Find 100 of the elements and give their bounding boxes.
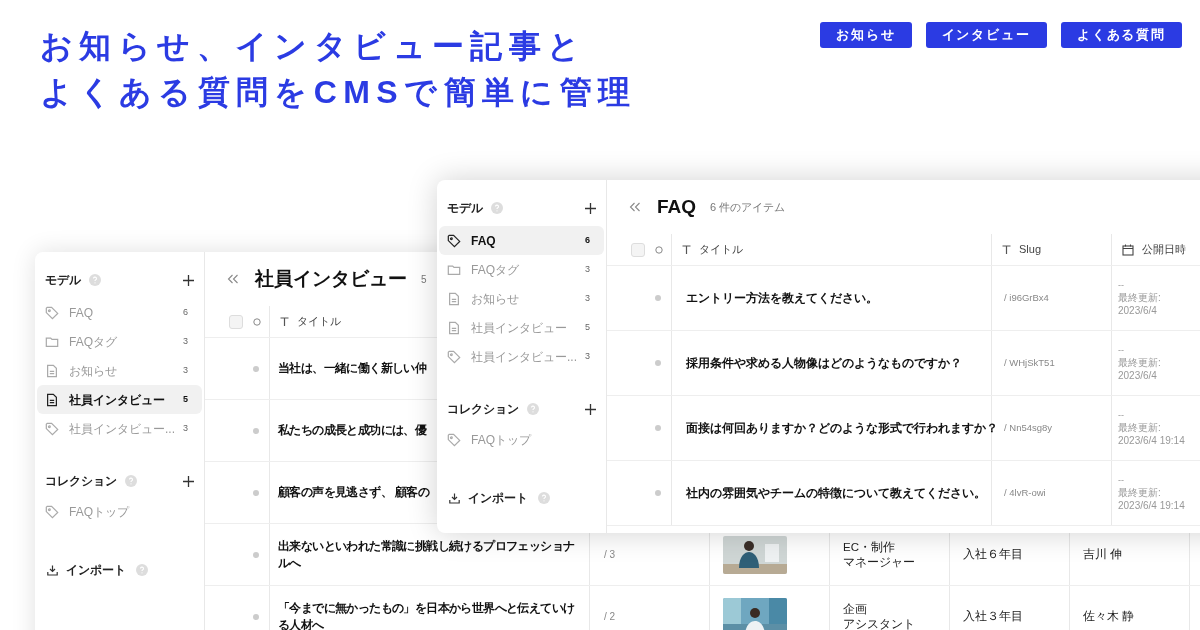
tag-icon <box>45 421 59 436</box>
add-icon[interactable] <box>183 475 194 487</box>
download-icon[interactable] <box>47 564 58 576</box>
table-cell-text: / i96GrBx4 <box>1004 290 1049 305</box>
download-icon[interactable] <box>449 492 460 504</box>
section-label: コレクション <box>447 401 519 418</box>
item-count: 5 <box>421 272 427 287</box>
headline: よくある質問をCMSで簡単に管理 <box>40 73 637 112</box>
table-cell-text: 「今までに無かったもの」を日本から世界へと伝えていける人材へ <box>278 599 576 630</box>
folder-icon <box>45 334 59 349</box>
sidebar-item[interactable]: 社員インタビュー 5 <box>37 385 202 414</box>
table-cell-text: 吉川 伸 <box>1083 546 1123 562</box>
status-dot-icon <box>253 365 259 372</box>
import-link[interactable]: インポート <box>468 489 528 507</box>
table-cell-text: -- <box>1118 279 1125 291</box>
tag-icon <box>447 233 461 248</box>
table-cell: 顧客の声を見逃さず、 顧客の <box>278 484 429 501</box>
table-cell-text: 最終更新: 2023/6/4 <box>1118 356 1162 382</box>
table-cell-text: 最終更新: 2023/6/4 <box>1118 291 1162 317</box>
sidebar-item[interactable]: FAQ 6 <box>439 226 604 255</box>
table-cell-text: -- <box>1118 409 1125 421</box>
status-dot-icon <box>655 360 661 366</box>
document-icon <box>447 320 461 335</box>
table-cell: 私たちの成長と成功には、優 <box>278 422 427 439</box>
document-icon <box>45 363 59 378</box>
table-cell-text: 最終更新: 2023/6/4 19:14 <box>1118 486 1186 512</box>
import-link[interactable]: インポート <box>66 561 126 579</box>
column-header[interactable]: タイトル <box>672 234 992 265</box>
nav-button[interactable]: よくある質問 <box>1060 22 1182 48</box>
status-dot-icon <box>655 295 661 301</box>
table-cell-text: 企画 <box>843 601 868 617</box>
sidebar-item[interactable]: 社員インタビュー 5 <box>439 313 604 342</box>
sidebar-item[interactable]: お知らせ 3 <box>37 356 202 385</box>
table-cell-text: 入社６年目 <box>963 546 1023 562</box>
help-icon[interactable] <box>136 564 148 576</box>
section-label: コレクション <box>45 473 117 490</box>
table-cell-text: / 3 <box>604 548 616 562</box>
table-cell-text: 採用条件や求める人物像はどのようなものですか？ <box>686 355 962 372</box>
select-all-checkbox[interactable] <box>631 242 645 257</box>
table-cell-text: エントリー方法を教えてください。 <box>686 290 878 307</box>
sidebar-item[interactable]: FAQタグ 3 <box>37 327 202 356</box>
headline: お知らせ、インタビュー記事と <box>40 27 588 66</box>
add-icon[interactable] <box>183 274 194 286</box>
tag-icon <box>45 504 59 519</box>
sidebar-item[interactable]: FAQタグ 3 <box>439 255 604 284</box>
status-icon <box>655 245 663 254</box>
add-icon[interactable] <box>585 403 596 415</box>
table-cell-text: 入社３年目 <box>963 608 1023 624</box>
status-dot-icon <box>655 490 661 496</box>
table-cell-text: / WHjSkT51 <box>1004 355 1055 370</box>
help-icon[interactable] <box>538 492 550 504</box>
folder-icon <box>447 262 461 277</box>
table-cell-text: / 2 <box>604 610 616 624</box>
add-icon[interactable] <box>585 202 596 214</box>
section-label: モデル <box>447 200 483 217</box>
table-cell-text: 面接は何回ありますか？どのような形式で行われますか？ <box>686 420 998 437</box>
select-all-checkbox[interactable] <box>229 314 243 329</box>
column-header[interactable]: 公開日時 <box>1112 234 1200 265</box>
status-dot-icon <box>253 427 259 434</box>
table-cell: 当社は、一緒に働く新しい仲 <box>278 360 427 377</box>
table-cell-text: 社内の雰囲気やチームの特徴について教えてください。 <box>686 485 986 502</box>
help-icon[interactable] <box>491 202 503 214</box>
sidebar-item[interactable]: お知らせ 3 <box>439 284 604 313</box>
collapse-icon[interactable] <box>227 274 239 284</box>
text-icon <box>682 245 691 254</box>
table-cell-text: 最終更新: 2023/6/4 19:14 <box>1118 421 1186 447</box>
help-icon[interactable] <box>125 475 137 487</box>
sidebar-item[interactable]: 社員インタビュー... 3 <box>37 414 202 443</box>
column-header[interactable]: Slug <box>992 234 1112 265</box>
status-icon <box>253 317 261 326</box>
tag-icon <box>447 432 461 447</box>
tag-icon <box>45 305 59 320</box>
status-dot-icon <box>253 489 259 496</box>
page-title: 社員インタビュー <box>255 266 407 291</box>
table-cell-text: 出来ないといわれた常識に挑戦し続けるプロフェッショナルへ <box>278 537 576 572</box>
sidebar-item[interactable]: 社員インタビュー... 3 <box>439 342 604 371</box>
sidebar-item[interactable]: FAQ 6 <box>37 298 202 327</box>
item-count: 6 件のアイテム <box>710 199 786 215</box>
table-cell: アシスタント <box>843 616 915 630</box>
table-cell-text: -- <box>1118 474 1125 486</box>
status-dot-icon <box>253 551 259 558</box>
help-icon[interactable] <box>89 274 101 286</box>
page-title: FAQ <box>657 194 697 219</box>
document-icon <box>447 291 461 306</box>
status-dot-icon <box>253 613 259 620</box>
collapse-icon[interactable] <box>629 202 641 212</box>
nav-button[interactable]: お知らせ <box>820 22 912 48</box>
tag-icon <box>447 349 461 364</box>
nav-button[interactable]: インタビュー <box>925 22 1047 48</box>
document-icon <box>45 392 59 407</box>
table-cell: マネージャー <box>843 554 915 570</box>
table-cell-text: / 4lvR-owi <box>1004 485 1046 500</box>
status-dot-icon <box>655 425 661 431</box>
help-icon[interactable] <box>527 403 539 415</box>
table-cell-text: -- <box>1118 344 1125 356</box>
section-label: モデル <box>45 272 81 289</box>
text-icon <box>280 317 289 326</box>
table-cell-text: 佐々木 静 <box>1083 608 1135 624</box>
table-cell-text: / Nn54sg8y <box>1004 420 1053 435</box>
column-header[interactable]: タイトル <box>270 306 430 337</box>
